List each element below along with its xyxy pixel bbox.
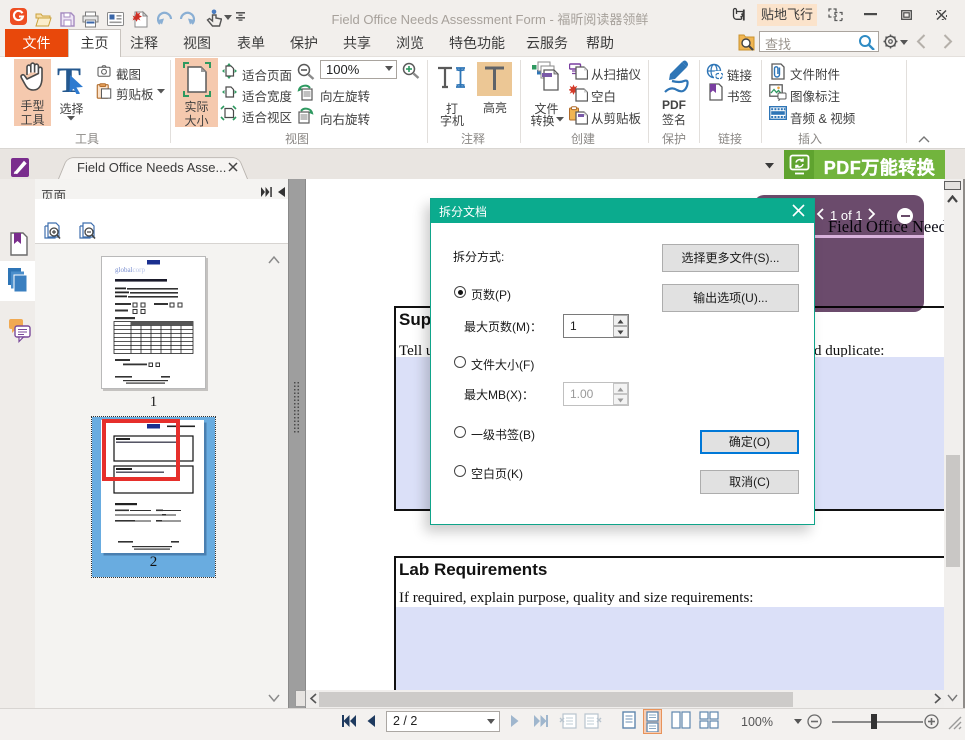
svg-text:globalcorp: globalcorp bbox=[115, 266, 145, 274]
